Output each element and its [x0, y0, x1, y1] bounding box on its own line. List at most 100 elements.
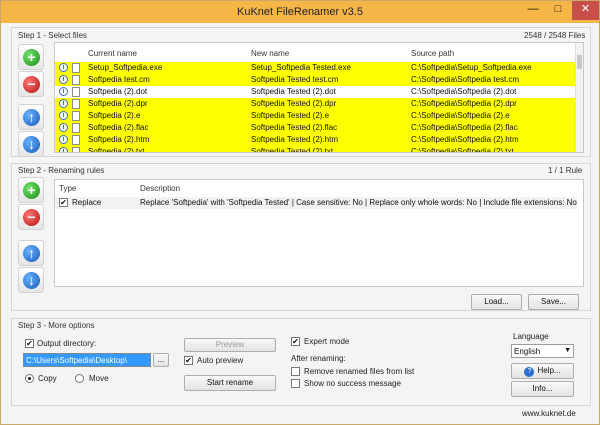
no-success-message-label: Show no success message: [304, 379, 401, 388]
column-header-type[interactable]: Type: [59, 184, 76, 193]
maximize-button[interactable]: □: [546, 1, 570, 20]
file-row[interactable]: i Softpedia (2).e Softpedia Tested (2).e C:…: [55, 110, 577, 122]
current-name-cell: Softpedia (2).e: [88, 111, 141, 120]
arrow-down-icon: ↓: [23, 272, 40, 289]
output-directory-checkbox[interactable]: ✔: [25, 339, 34, 348]
radio-selected-dot: [28, 377, 31, 380]
new-name-cell: Softpedia Tested (2).e: [251, 111, 330, 120]
file-list-table[interactable]: Current name New name Source path i Setup…: [54, 42, 584, 153]
info-icon: i: [59, 111, 68, 120]
file-icon: [72, 123, 80, 133]
column-header-current-name[interactable]: Current name: [88, 49, 137, 58]
close-button[interactable]: ✕: [572, 1, 599, 20]
move-radio[interactable]: [75, 374, 84, 383]
expert-mode-checkbox[interactable]: ✔: [291, 337, 300, 346]
preview-button[interactable]: Preview: [184, 338, 276, 352]
move-rule-up-button[interactable]: ↑: [18, 240, 44, 266]
arrow-up-icon: ↑: [23, 245, 40, 262]
auto-preview-label: Auto preview: [197, 356, 244, 365]
current-name-cell: Softpedia (2).dpr: [88, 99, 148, 108]
current-name-cell: Softpedia (2).txt: [88, 147, 145, 153]
remove-rule-button[interactable]: −: [18, 204, 44, 230]
load-rules-button[interactable]: Load...: [471, 294, 522, 310]
file-row[interactable]: i Softpedia (2).dot Softpedia Tested (2).d…: [55, 86, 577, 98]
file-row[interactable]: i Softpedia (2).htm Softpedia Tested (2).h…: [55, 134, 577, 146]
file-icon: [72, 75, 80, 85]
move-rule-down-button[interactable]: ↓: [18, 267, 44, 293]
copy-label: Copy: [38, 374, 57, 383]
chevron-down-icon: ▼: [564, 347, 571, 354]
language-selected-value: English: [514, 347, 541, 356]
language-label: Language: [513, 332, 549, 341]
move-file-down-button[interactable]: ↓: [18, 131, 44, 157]
file-icon: [72, 147, 80, 152]
help-icon: ?: [524, 367, 535, 377]
file-icon: [72, 99, 80, 109]
rules-table[interactable]: Type Description ✔ Replace Replace 'Soft…: [54, 179, 584, 287]
add-rule-button[interactable]: +: [18, 177, 44, 203]
info-icon: i: [59, 123, 68, 132]
auto-preview-checkbox[interactable]: ✔: [184, 356, 193, 365]
title-bar[interactable]: KuKnet FileRenamer v3.5 — □ ✕: [1, 1, 599, 23]
add-icon: +: [23, 49, 40, 66]
rule-enabled-checkbox[interactable]: ✔: [59, 198, 68, 207]
file-row[interactable]: i Softpedia (2).flac Softpedia Tested (2).…: [55, 122, 577, 134]
file-list-scrollbar[interactable]: [575, 43, 583, 152]
file-row[interactable]: i Softpedia (2).dpr Softpedia Tested (2).d…: [55, 98, 577, 110]
step2-title: Step 2 - Renaming rules: [18, 166, 105, 175]
info-icon: i: [59, 87, 68, 96]
remove-icon: −: [23, 76, 40, 93]
website-link[interactable]: www.kuknet.de: [522, 409, 576, 418]
rule-description: Replace 'Softpedia' with 'Softpedia Test…: [140, 198, 577, 207]
rule-row[interactable]: ✔ Replace Replace 'Softpedia' with 'Soft…: [55, 197, 577, 209]
file-icon: [72, 111, 80, 121]
remove-renamed-checkbox[interactable]: [291, 367, 300, 376]
remove-icon: −: [23, 209, 40, 226]
source-path-cell: C:\Softpedia\Setup_Softpedia.exe: [411, 63, 532, 72]
no-success-message-checkbox[interactable]: [291, 379, 300, 388]
source-path-cell: C:\Softpedia\Softpedia (2).txt: [411, 147, 514, 153]
language-select[interactable]: English ▼: [511, 344, 574, 358]
step1-file-counter: 2548 / 2548 Files: [524, 31, 586, 40]
output-directory-label: Output directory:: [37, 339, 97, 348]
file-icon: [72, 63, 80, 73]
remove-files-button[interactable]: −: [18, 71, 44, 97]
source-path-cell: C:\Softpedia\Softpedia (2).htm: [411, 135, 519, 144]
info-icon: i: [59, 99, 68, 108]
file-row[interactable]: i Softpedia (2).txt Softpedia Tested (2).t…: [55, 146, 577, 153]
move-label: Move: [89, 374, 109, 383]
source-path-cell: C:\Softpedia\Softpedia test.cm: [411, 75, 520, 84]
new-name-cell: Softpedia Tested (2).dpr: [251, 99, 337, 108]
output-directory-input[interactable]: C:\Users\Softpedia\Desktop\: [23, 353, 151, 367]
info-icon: i: [59, 75, 68, 84]
file-row[interactable]: i Setup_Softpedia.exe Setup_Softpedia Test…: [55, 62, 577, 74]
info-icon: i: [59, 63, 68, 72]
remove-renamed-label: Remove renamed files from list: [304, 367, 415, 376]
rule-type: Replace: [72, 198, 102, 207]
column-header-source-path[interactable]: Source path: [411, 49, 454, 58]
after-renaming-label: After renaming:: [291, 354, 346, 363]
window-title: KuKnet FileRenamer v3.5: [237, 6, 363, 18]
new-name-cell: Softpedia Tested (2).txt: [251, 147, 334, 153]
copy-radio[interactable]: [25, 374, 34, 383]
add-files-button[interactable]: +: [18, 44, 44, 70]
info-button[interactable]: Info...: [511, 381, 574, 397]
info-icon: i: [59, 147, 68, 152]
start-rename-button[interactable]: Start rename: [184, 375, 276, 391]
new-name-cell: Softpedia Tested (2).flac: [251, 123, 338, 132]
new-name-cell: Softpedia Tested (2).dot: [251, 87, 336, 96]
source-path-cell: C:\Softpedia\Softpedia (2).dpr: [411, 99, 517, 108]
browse-directory-button[interactable]: ...: [153, 353, 169, 367]
app-window: KuKnet FileRenamer v3.5 — □ ✕ Step 1 - S…: [0, 0, 600, 425]
save-rules-button[interactable]: Save...: [528, 294, 579, 310]
column-header-new-name[interactable]: New name: [251, 49, 289, 58]
move-file-up-button[interactable]: ↑: [18, 104, 44, 130]
current-name-cell: Softpedia (2).dot: [88, 87, 148, 96]
file-row[interactable]: i Softpedia test.cm Softpedia Tested test.…: [55, 74, 577, 86]
new-name-cell: Softpedia Tested (2).htm: [251, 135, 339, 144]
minimize-button[interactable]: —: [521, 1, 545, 20]
column-header-description[interactable]: Description: [140, 184, 180, 193]
scrollbar-thumb[interactable]: [577, 55, 582, 69]
help-button[interactable]: ? Help...: [511, 363, 574, 379]
info-icon: i: [59, 135, 68, 144]
